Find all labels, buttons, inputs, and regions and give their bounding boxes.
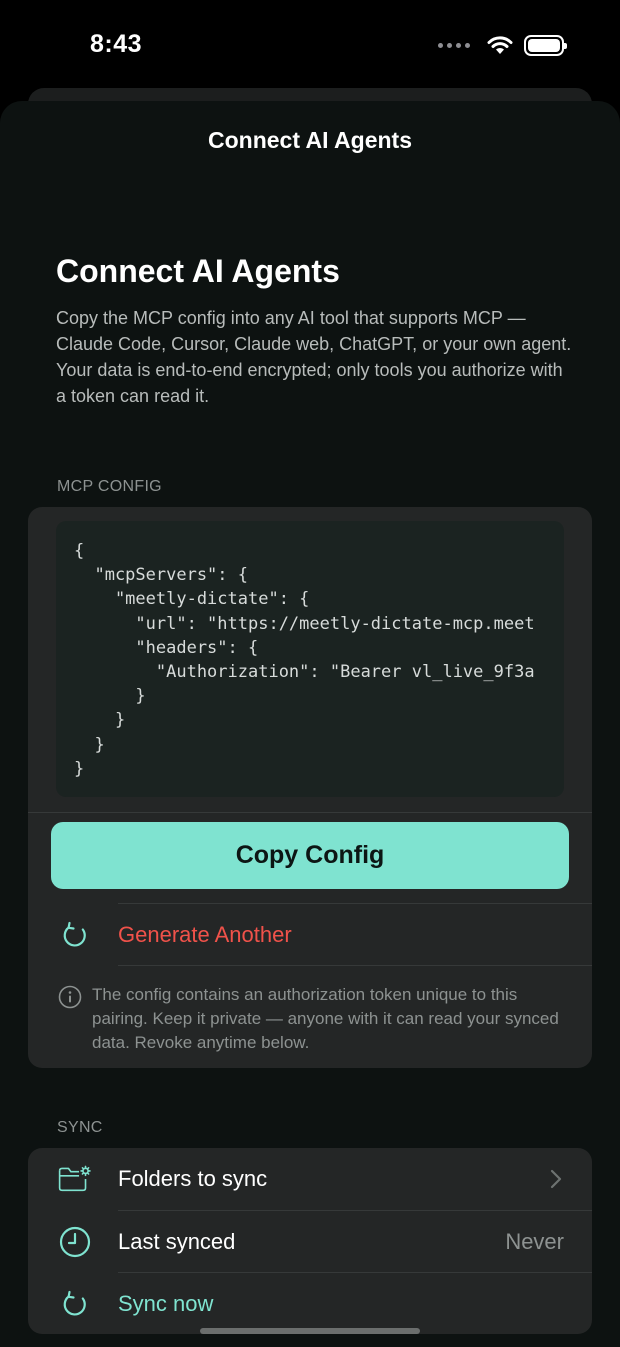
info-icon: [58, 985, 82, 1009]
battery-icon: [524, 34, 567, 56]
wifi-icon: [487, 36, 513, 54]
clock-icon: [58, 1225, 92, 1259]
intro-text: Copy the MCP config into any AI tool tha…: [56, 308, 572, 406]
refresh-icon: [58, 918, 92, 952]
generate-another-label: Generate Another: [118, 922, 292, 947]
sync-now-button[interactable]: Sync now: [28, 1273, 592, 1334]
status-bar: 8:43: [0, 0, 620, 92]
modal-sheet: Connect AI Agents Connect AI Agents Copy…: [0, 101, 620, 1347]
chevron-right-icon: [550, 1169, 562, 1189]
status-time: 8:43: [90, 30, 143, 58]
last-synced-row: Last synced Never: [28, 1211, 592, 1273]
divider: [118, 965, 592, 966]
token-note-text: The config contains an authorization tok…: [92, 985, 559, 1052]
refresh-icon: [58, 1287, 92, 1321]
config-code-block[interactable]: { "mcpServers": { "meetly-dictate": { "u…: [56, 521, 564, 797]
last-synced-label: Last synced: [118, 1229, 236, 1254]
cellular-signal-icon: [438, 42, 470, 48]
generate-another-button[interactable]: Generate Another: [28, 904, 592, 966]
sync-card: Folders to sync Last synced Never Sync n…: [28, 1148, 592, 1334]
section-label-mcp-config: MCP CONFIG: [57, 478, 162, 495]
folders-to-sync-row[interactable]: Folders to sync: [28, 1148, 592, 1210]
nav-title: Connect AI Agents: [207, 127, 413, 153]
sync-now-label: Sync now: [118, 1291, 214, 1316]
last-synced-value: Never: [505, 1229, 564, 1254]
home-indicator[interactable]: [200, 1328, 420, 1334]
page-title: Connect AI Agents: [56, 253, 340, 289]
divider: [28, 812, 592, 813]
copy-config-button[interactable]: Copy Config: [51, 822, 569, 889]
status-icons: [438, 34, 567, 56]
section-label-sync: SYNC: [57, 1119, 103, 1136]
mcp-config-card: { "mcpServers": { "meetly-dictate": { "u…: [28, 507, 592, 1068]
config-code: { "mcpServers": { "meetly-dictate": { "u…: [74, 541, 535, 779]
folder-gear-icon: [58, 1162, 92, 1196]
folders-to-sync-label: Folders to sync: [118, 1166, 268, 1191]
